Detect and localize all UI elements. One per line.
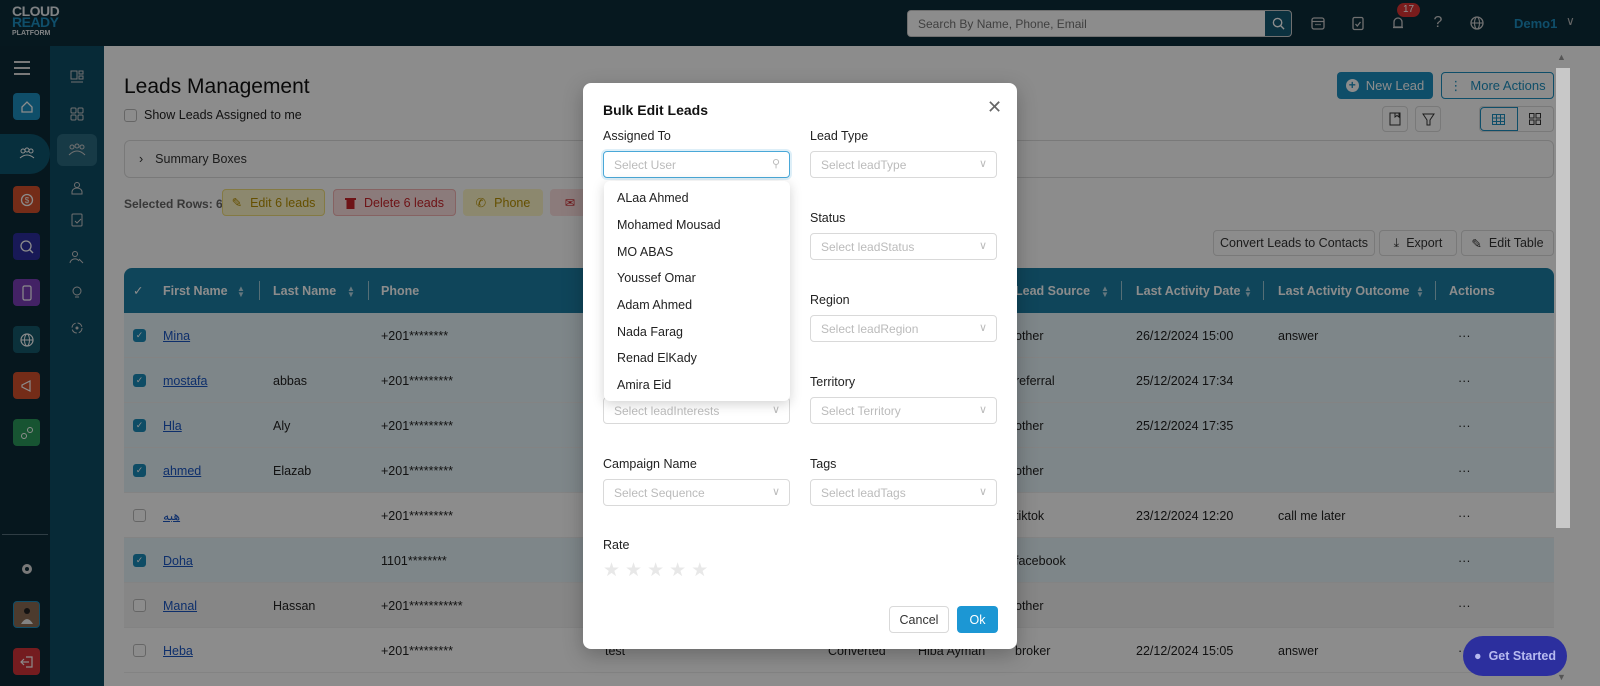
lead-type-select[interactable]: Select leadType ∨ [810, 151, 997, 178]
chevron-down-icon: ∨ [771, 486, 780, 498]
campaign-select[interactable]: Select Sequence ∨ [603, 479, 790, 506]
assigned-to-dropdown: ALaa Ahmed Mohamed Mousad MO ABAS Youssef O… [604, 181, 790, 401]
rate-stars[interactable]: ★ ★ ★ ★ ★ [603, 561, 708, 580]
ok-button[interactable]: Ok [957, 606, 998, 633]
user-option[interactable]: Youssef Omar [604, 265, 790, 292]
tags-select[interactable]: Select leadTags ∨ [810, 479, 997, 506]
region-select[interactable]: Select leadRegion ∨ [810, 315, 997, 342]
user-option[interactable]: ALaa Ahmed [604, 185, 790, 212]
chevron-down-icon: ∨ [978, 486, 987, 498]
chevron-down-icon: ∨ [978, 322, 987, 334]
star-icon[interactable]: ★ [625, 561, 642, 580]
status-label: Status [810, 211, 846, 225]
user-option[interactable]: Mohamed Mousad [604, 212, 790, 239]
chevron-down-icon: ∨ [978, 404, 987, 416]
scroll-up-arrow[interactable]: ▲ [1557, 52, 1566, 62]
modal-title: Bulk Edit Leads [603, 102, 709, 118]
region-label: Region [810, 293, 850, 307]
tags-label: Tags [810, 457, 837, 471]
lead-type-label: Lead Type [810, 129, 869, 143]
search-icon: ⚲ [771, 158, 780, 170]
scroll-down-arrow[interactable]: ▼ [1557, 672, 1566, 682]
chevron-down-icon: ∨ [771, 404, 780, 416]
user-option[interactable]: Renad ElKady [604, 345, 790, 372]
user-option[interactable]: Adam Ahmed [604, 292, 790, 319]
cancel-button[interactable]: Cancel [889, 606, 949, 633]
star-icon[interactable]: ★ [603, 561, 620, 580]
assigned-to-label: Assigned To [603, 129, 671, 143]
status-select[interactable]: Select leadStatus ∨ [810, 233, 997, 260]
close-icon[interactable]: ✕ [987, 97, 1002, 118]
chevron-down-icon: ∨ [978, 240, 987, 252]
star-icon[interactable]: ★ [691, 561, 708, 580]
get-started-button[interactable]: ● Get Started [1463, 636, 1567, 676]
rate-label: Rate [603, 538, 630, 552]
user-option[interactable]: Amira Eid [604, 372, 790, 399]
campaign-name-label: Campaign Name [603, 457, 697, 471]
star-icon[interactable]: ★ [669, 561, 686, 580]
user-option[interactable]: MO ABAS [604, 238, 790, 265]
star-icon[interactable]: ★ [647, 561, 664, 580]
territory-label: Territory [810, 375, 856, 389]
assigned-to-select[interactable]: Select User ⚲ [603, 151, 790, 178]
chevron-down-icon: ∨ [978, 158, 987, 170]
lightbulb-icon: ● [1474, 649, 1482, 663]
user-option[interactable]: Nada Farag [604, 318, 790, 345]
interests-select[interactable]: Select leadInterests ∨ [603, 397, 790, 424]
page-scrollbar[interactable] [1556, 68, 1570, 528]
territory-select[interactable]: Select Territory ∨ [810, 397, 997, 424]
